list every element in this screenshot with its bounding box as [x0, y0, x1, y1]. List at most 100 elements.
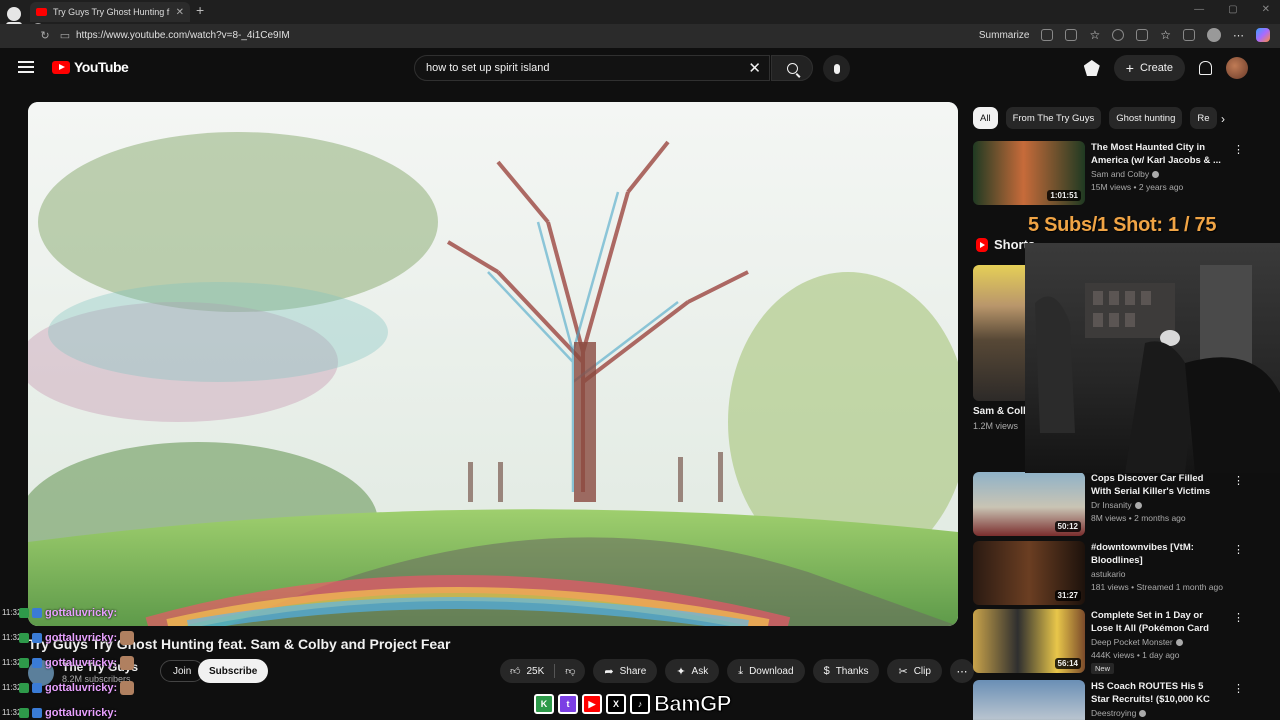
share-button[interactable]: ➦ Share [593, 659, 658, 683]
refresh-icon[interactable]: ↻ [36, 29, 54, 42]
recommendation-title[interactable]: Cops Discover Car Filled With Serial Kil… [1091, 472, 1221, 498]
stream-chat-overlay: 11:32 gottaluvricky: 11:32 gottaluvricky… [2, 600, 192, 720]
recommendation-item[interactable]: HS Coach ROUTES His 5 Star Recruits! ($1… [973, 680, 1248, 720]
clip-button[interactable]: ✂ Clip [887, 659, 942, 683]
search-input[interactable]: how to set up spirit island ✕ [414, 55, 770, 81]
account-avatar[interactable] [1226, 57, 1248, 79]
profile-icon[interactable] [1207, 28, 1221, 42]
recommendation-item[interactable]: 50:12 Cops Discover Car Filled With Seri… [973, 472, 1248, 536]
mod-badge-icon [32, 682, 42, 693]
video-thumbnail[interactable]: 31:27 [973, 541, 1085, 605]
chip-related[interactable]: Re [1190, 107, 1217, 129]
create-button[interactable]: + Create [1113, 55, 1185, 81]
shorts-icon [976, 237, 988, 252]
channel-name: Deestroying [1091, 708, 1137, 718]
like-button[interactable]: 👍︎ 25K [500, 659, 554, 683]
chip-ghost-hunting[interactable]: Ghost hunting [1109, 107, 1183, 129]
chevron-right-icon[interactable]: › [1221, 112, 1225, 126]
sparkle-icon: ✦ [676, 665, 686, 678]
short-item[interactable]: Sam & Colby Expose The 1.2M views [973, 265, 1033, 431]
dislike-button[interactable]: 👎︎ [555, 659, 585, 683]
video-player[interactable] [28, 102, 958, 626]
chip-from-channel[interactable]: From The Try Guys [1005, 107, 1102, 129]
youtube-header: YouTube how to set up spirit island ✕ + … [0, 48, 1280, 88]
short-title[interactable]: Sam & Colby Expose The [973, 404, 1028, 419]
more-vert-icon[interactable]: ⋮ [1233, 682, 1244, 695]
recommendation-item[interactable]: 56:14 Complete Set in 1 Day or Lose It A… [973, 609, 1248, 674]
recommendation-title[interactable]: Complete Set in 1 Day or Lose It All (Po… [1091, 609, 1221, 635]
video-thumbnail[interactable]: 1:01:51 [973, 141, 1085, 205]
close-window-icon[interactable]: ✕ [1262, 4, 1270, 15]
favorites-icon[interactable]: ☆ [1160, 28, 1171, 42]
copilot-icon[interactable] [1256, 28, 1270, 42]
download-button[interactable]: ⤓ Download [727, 659, 805, 683]
more-actions-button[interactable]: ⋯ [949, 659, 974, 683]
clear-search-icon[interactable]: ✕ [748, 59, 761, 77]
studio-icon[interactable] [1083, 60, 1100, 76]
recommendation-title[interactable]: HS Coach ROUTES His 5 Star Recruits! ($1… [1091, 680, 1221, 706]
chip-all[interactable]: All [973, 107, 998, 129]
tab-youtube-video[interactable]: Try Guys Try Ghost Hunting f ✕ [30, 2, 190, 22]
more-options-icon[interactable]: ⋯ [1233, 29, 1244, 42]
url-field[interactable]: https://www.youtube.com/watch?v=8-_4i1Ce… [76, 30, 290, 41]
new-tab-icon[interactable]: + [196, 2, 204, 18]
recommendation-title[interactable]: #downtownvibes [VtM: Bloodlines] [1091, 541, 1221, 567]
youtube-logo-icon [52, 60, 70, 74]
address-bar: ↻ ▭ https://www.youtube.com/watch?v=8-_4… [0, 24, 1280, 48]
more-vert-icon[interactable]: ⋮ [1233, 543, 1244, 556]
page-info-icon[interactable]: ▭ [56, 29, 74, 42]
browser-essentials-icon[interactable] [1136, 29, 1149, 41]
short-thumbnail[interactable] [973, 265, 1033, 401]
twitch-icon: t [558, 694, 578, 714]
recommendation-channel[interactable]: Deep Pocket Monster [1091, 637, 1183, 647]
recommendation-channel[interactable]: Dr Insanity [1091, 500, 1142, 510]
youtube-logo[interactable]: YouTube [52, 59, 129, 75]
scissors-icon: ✂ [898, 665, 908, 678]
chat-username: gottaluvricky: [45, 606, 118, 619]
maximize-icon[interactable]: ▢ [1228, 4, 1237, 15]
video-thumbnail[interactable]: 50:12 [973, 472, 1085, 536]
video-duration: 50:12 [1054, 521, 1081, 532]
hamburger-menu-icon[interactable] [18, 61, 34, 73]
tab-title: Try Guys Try Ghost Hunting f [53, 7, 170, 17]
voice-search-button[interactable] [823, 55, 850, 82]
recommendation-item[interactable]: 31:27 #downtownvibes [VtM: Bloodlines] a… [973, 541, 1248, 605]
ask-button[interactable]: ✦ Ask [665, 659, 720, 683]
subscribe-button[interactable]: Subscribe [198, 659, 269, 683]
video-thumbnail[interactable] [973, 680, 1085, 720]
emote-icon [120, 680, 135, 695]
more-vert-icon[interactable]: ⋮ [1233, 611, 1244, 624]
recommendation-item[interactable]: 1:01:51 The Most Haunted City in America… [973, 141, 1248, 205]
new-badge: New [1091, 663, 1115, 674]
thanks-button[interactable]: $ Thanks [812, 659, 880, 683]
youtube-logo-text: YouTube [74, 59, 129, 75]
extension-icon[interactable] [1041, 29, 1054, 41]
notifications-bell-icon[interactable] [1199, 61, 1212, 75]
collections-icon[interactable] [1183, 29, 1195, 41]
channel-name: Deep Pocket Monster [1091, 637, 1173, 647]
browser-tab-bar: Try Guys Try Ghost Hunting f ✕ + — ▢ ✕ [0, 0, 1280, 37]
like-count: 25K [526, 665, 545, 677]
recommendation-channel[interactable]: Sam and Colby [1091, 169, 1160, 179]
close-tab-icon[interactable]: ✕ [176, 7, 184, 18]
recommendation-channel[interactable]: Deestroying [1091, 708, 1147, 718]
video-thumbnail[interactable]: 56:14 [973, 609, 1085, 673]
search-button[interactable] [771, 55, 813, 81]
minimize-icon[interactable]: — [1194, 4, 1204, 15]
window-controls: — ▢ ✕ [1194, 4, 1270, 15]
sub-badge-icon [19, 682, 29, 693]
verified-icon [1134, 502, 1142, 510]
app-icon[interactable] [1065, 29, 1078, 41]
chat-message: 11:32 gottaluvricky: [2, 700, 192, 720]
kick-icon: K [534, 694, 554, 714]
x-icon: X [606, 694, 626, 714]
summarize-button[interactable]: Summarize [979, 30, 1030, 41]
tiktok-icon: ♪ [630, 694, 650, 714]
recommendation-channel[interactable]: astukario [1091, 569, 1126, 579]
more-vert-icon[interactable]: ⋮ [1233, 474, 1244, 487]
favorite-star-icon[interactable]: ☆ [1089, 28, 1100, 42]
more-vert-icon[interactable]: ⋮ [1233, 143, 1244, 156]
extensions-icon[interactable] [1112, 29, 1125, 41]
webcam-feed [1035, 265, 1280, 473]
recommendation-title[interactable]: The Most Haunted City in America (w/ Kar… [1091, 141, 1221, 167]
